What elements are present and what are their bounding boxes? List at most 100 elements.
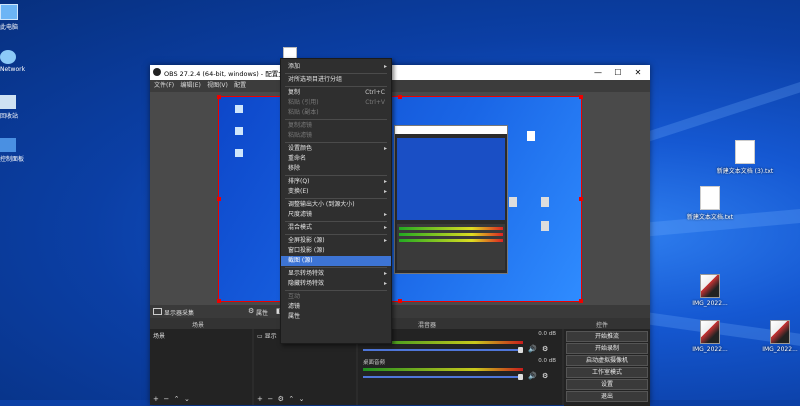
- desktop-icon-image-2[interactable]: IMG_2022...: [675, 320, 745, 353]
- context-menu-item[interactable]: 尺度滤镜 ▸: [281, 210, 391, 220]
- nested-titlebar: [395, 126, 507, 134]
- gear-icon[interactable]: ⚙: [542, 372, 548, 380]
- image-file-icon: [770, 320, 790, 344]
- preview-desktop-icon: [235, 149, 243, 157]
- sources-toolbar: + − ⚙ ⌃ ⌄: [257, 395, 305, 403]
- menu-separator: [285, 175, 387, 176]
- image-file-icon: [700, 274, 720, 298]
- context-menu-item[interactable]: 属性: [281, 312, 391, 322]
- resize-handle[interactable]: [217, 197, 221, 201]
- computer-icon: [0, 4, 18, 20]
- context-menu-item[interactable]: 移除: [281, 164, 391, 174]
- minimize-button[interactable]: —: [588, 67, 608, 78]
- settings-button[interactable]: 设置: [566, 379, 648, 390]
- menu-separator: [285, 142, 387, 143]
- menu-item-label: 复制: [288, 89, 301, 96]
- menu-item-label: 添加: [288, 63, 301, 70]
- volume-slider[interactable]: [363, 374, 523, 380]
- dock-title-controls: 控件: [596, 322, 609, 329]
- context-menu-item[interactable]: 截图 (源): [281, 256, 391, 266]
- menu-item-label: 属性: [288, 313, 301, 320]
- desktop-icon-network[interactable]: Network: [0, 50, 28, 73]
- menu-item-label: 粘贴滤镜: [288, 132, 313, 139]
- context-menu-item[interactable]: 显示转场特效 ▸: [281, 269, 391, 279]
- context-menu-item[interactable]: 滤镜: [281, 302, 391, 312]
- scene-item[interactable]: 场景: [150, 329, 252, 342]
- resize-handle[interactable]: [579, 95, 583, 99]
- maximize-button[interactable]: ☐: [608, 67, 628, 78]
- gear-icon[interactable]: ⚙: [248, 307, 254, 315]
- image-file-icon: [700, 320, 720, 344]
- context-menu-item: 粘贴 (引用) Ctrl+V: [281, 98, 391, 108]
- menu-view[interactable]: 视图(V): [207, 80, 228, 92]
- menu-item-label: 混合模式: [288, 224, 313, 231]
- resize-handle[interactable]: [579, 299, 583, 303]
- preview-desktop-icon: [541, 221, 549, 231]
- submenu-arrow-icon: ▸: [383, 237, 387, 244]
- menu-edit[interactable]: 编辑(E): [180, 80, 200, 92]
- obs-window: OBS 27.2.4 (64-bit, windows) - 配置文件: 未 —…: [150, 65, 650, 406]
- gear-icon[interactable]: ⚙: [542, 345, 548, 353]
- submenu-arrow-icon: ▸: [383, 270, 387, 277]
- resize-handle[interactable]: [579, 197, 583, 201]
- context-menu-item[interactable]: 调整输出大小 (到源大小): [281, 200, 391, 210]
- obs-titlebar[interactable]: OBS 27.2.4 (64-bit, windows) - 配置文件: 未 —…: [150, 65, 650, 80]
- virtual-camera-button[interactable]: 启动虚拟摄像机: [566, 355, 648, 366]
- desktop-icon-recycle-bin[interactable]: 回收站: [0, 95, 28, 120]
- resize-handle[interactable]: [217, 299, 221, 303]
- start-streaming-button[interactable]: 开始推流: [566, 331, 648, 342]
- scenes-panel: 场景 + − ⌃ ⌄: [150, 329, 252, 405]
- desktop-icon-this-pc[interactable]: 此电脑: [0, 4, 28, 31]
- context-menu-item[interactable]: 隐藏转场特效 ▸: [281, 279, 391, 289]
- volume-slider[interactable]: [363, 347, 523, 353]
- dock-titles: 场景 来源 混音器 控件: [150, 318, 650, 329]
- source-name: 显示器采集: [164, 310, 195, 317]
- monitor-icon: [153, 308, 162, 315]
- menu-separator: [285, 290, 387, 291]
- menu-item-label: 对所选项目进行分组: [288, 76, 343, 83]
- menu-item-label: 互动: [288, 293, 301, 300]
- submenu-arrow-icon: ▸: [383, 211, 387, 218]
- submenu-arrow-icon: ▸: [383, 145, 387, 152]
- context-menu-item[interactable]: 重命名: [281, 154, 391, 164]
- start-recording-button[interactable]: 开始录制: [566, 343, 648, 354]
- menu-item-label: 隐藏转场特效: [288, 280, 325, 287]
- studio-mode-button[interactable]: 工作室模式: [566, 367, 648, 378]
- menu-file[interactable]: 文件(F): [154, 80, 174, 92]
- desktop-icon-control-panel[interactable]: 控制面板: [0, 138, 28, 163]
- context-menu-item[interactable]: 变换(E) ▸: [281, 187, 391, 197]
- context-menu-item[interactable]: 设置颜色 ▸: [281, 144, 391, 154]
- menu-item-label: 滤镜: [288, 303, 301, 310]
- menu-separator: [285, 119, 387, 120]
- context-menu-item: 互动: [281, 292, 391, 302]
- resize-handle[interactable]: [398, 95, 402, 99]
- display-capture-preview[interactable]: [217, 95, 583, 303]
- text-file-icon: [700, 186, 720, 210]
- desktop-icon-image-1[interactable]: IMG_2022...: [675, 274, 745, 307]
- context-menu-item[interactable]: 窗口投影 (源): [281, 246, 391, 256]
- context-menu-item[interactable]: 对所选项目进行分组: [281, 75, 391, 85]
- menu-profile[interactable]: 配置: [234, 80, 246, 92]
- exit-button[interactable]: 退出: [566, 391, 648, 402]
- properties-button[interactable]: 属性: [256, 308, 268, 317]
- context-menu-item[interactable]: 全屏投影 (源) ▸: [281, 236, 391, 246]
- resize-handle[interactable]: [398, 299, 402, 303]
- close-button[interactable]: ✕: [628, 67, 648, 78]
- desktop-icon-image-3[interactable]: IMG_2022...: [745, 320, 800, 353]
- preview-area[interactable]: [150, 92, 650, 305]
- context-menu-item: 粘贴滤镜: [281, 131, 391, 141]
- desktop-icon-text-file-3[interactable]: 新建文本文档 (3).txt: [710, 140, 780, 175]
- source-item-label: 显示: [264, 333, 277, 340]
- speaker-icon[interactable]: 🔊: [528, 372, 537, 380]
- resize-handle[interactable]: [217, 95, 221, 99]
- recycle-bin-icon: [0, 95, 16, 109]
- context-menu-item[interactable]: 复制 Ctrl+C: [281, 88, 391, 98]
- desktop-icon-text-file[interactable]: 新建文本文档.txt: [675, 186, 745, 221]
- menu-item-label: 复制滤镜: [288, 122, 313, 129]
- context-menu-item[interactable]: 排序(Q) ▸: [281, 177, 391, 187]
- context-menu-item[interactable]: 混合模式 ▸: [281, 223, 391, 233]
- context-menu-item[interactable]: 添加 ▸: [281, 62, 391, 72]
- speaker-icon[interactable]: 🔊: [528, 345, 537, 353]
- mixer-db-1: 0.0 dB: [538, 331, 556, 337]
- menu-item-label: 排序(Q): [288, 178, 310, 185]
